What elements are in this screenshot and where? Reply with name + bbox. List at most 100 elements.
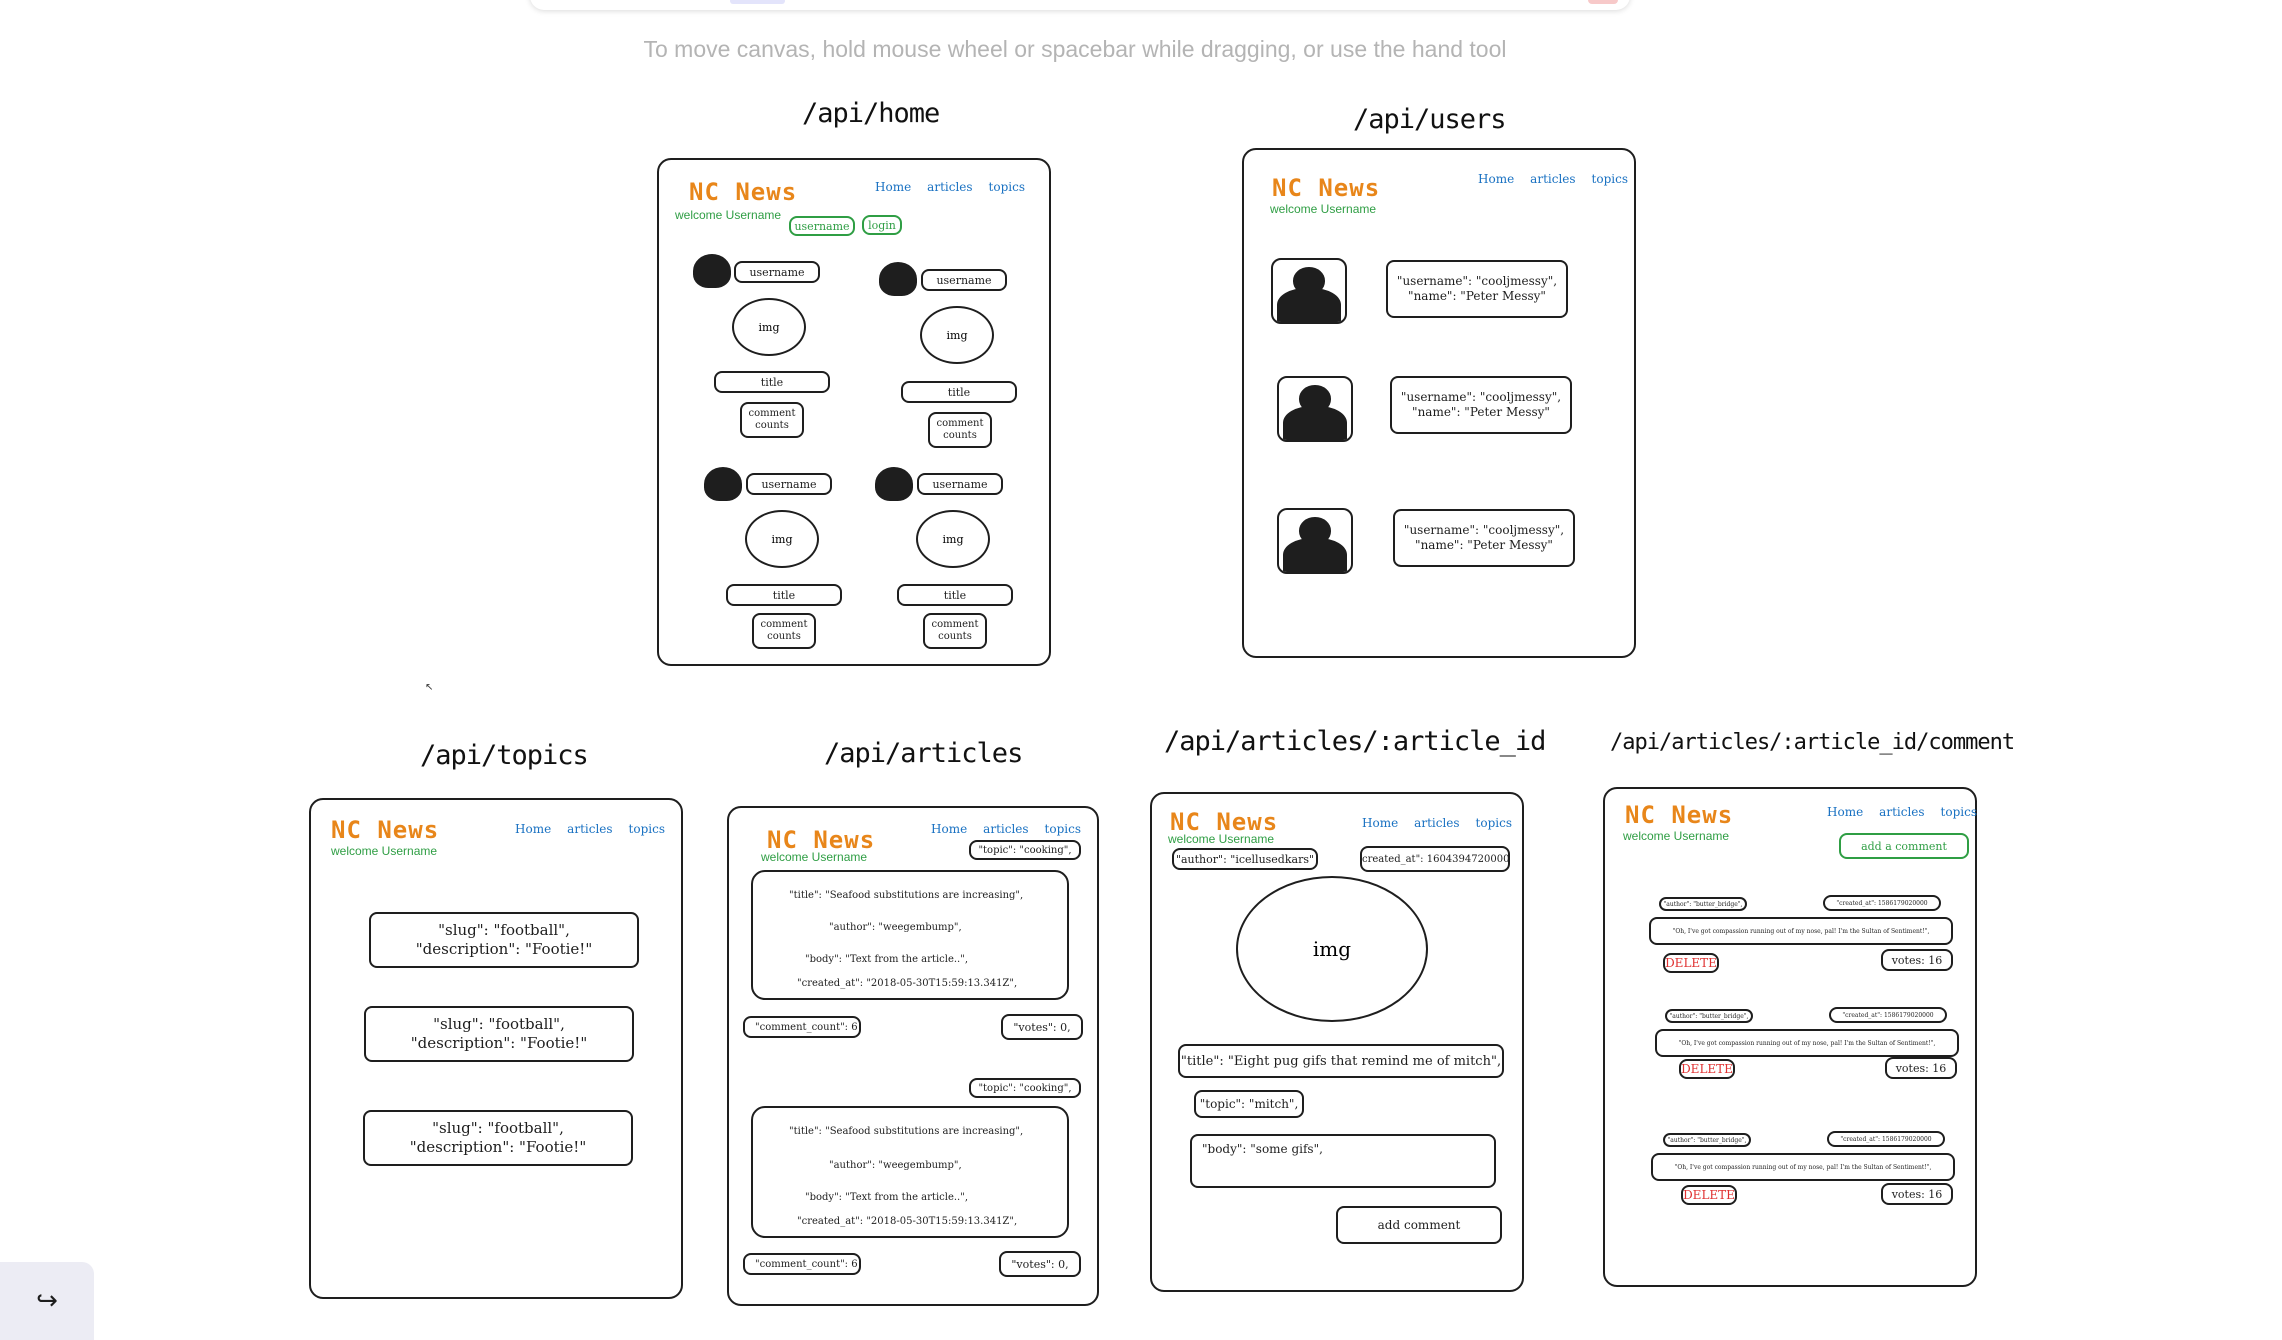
card-comment-counts: comment counts xyxy=(928,412,992,448)
card-username: username xyxy=(746,473,832,495)
user-info-card[interactable]: "username": "cooljmessy", "name": "Peter… xyxy=(1386,260,1568,318)
user-username: "username": "cooljmessy", xyxy=(1396,274,1558,288)
welcome-text: welcome Username xyxy=(1270,202,1377,216)
nav-topics[interactable]: topics xyxy=(1941,805,1977,819)
article-author: "author": "weegembump", xyxy=(829,922,962,933)
topic-card[interactable]: "slug": "football", "description": "Foot… xyxy=(364,1006,634,1062)
card-title[interactable]: title xyxy=(714,371,830,393)
user-name: "name": "Peter Messy" xyxy=(1408,289,1546,303)
article-comment-count: "comment_count": 6 xyxy=(743,1253,861,1275)
nav-home[interactable]: Home xyxy=(1827,805,1863,819)
nav-home[interactable]: Home xyxy=(1362,816,1398,830)
toolbar-library-button[interactable] xyxy=(1588,0,1618,4)
user-info-card[interactable]: "username": "cooljmessy", "name": "Peter… xyxy=(1390,376,1572,434)
nav-home[interactable]: Home xyxy=(931,822,967,836)
card-username: username xyxy=(734,261,820,283)
comment-votes[interactable]: votes: 16 xyxy=(1881,1183,1953,1205)
article-body: "body": "Text from the article..", xyxy=(805,954,968,965)
card-title[interactable]: title xyxy=(897,584,1013,606)
avatar xyxy=(879,262,917,296)
comment-votes[interactable]: votes: 16 xyxy=(1881,949,1953,971)
article-author: "author": "weegembump", xyxy=(829,1160,962,1171)
welcome-text: welcome Username xyxy=(675,208,782,222)
card-title[interactable]: title xyxy=(726,584,842,606)
nav-articles[interactable]: articles xyxy=(1414,816,1459,830)
logo: NC News xyxy=(1625,801,1734,829)
delete-comment-button[interactable]: DELETE xyxy=(1663,953,1719,973)
article-votes[interactable]: "votes": 0, xyxy=(1001,1014,1083,1040)
wireframe-home[interactable]: NC News welcome Username Home articles t… xyxy=(657,158,1051,666)
card-img: img xyxy=(745,510,819,568)
article-card[interactable]: "title": "Seafood substitutions are incr… xyxy=(751,870,1069,1000)
user-name: "name": "Peter Messy" xyxy=(1415,538,1553,552)
nav-home[interactable]: Home xyxy=(515,822,551,836)
frame-title-comments: /api/articles/:article_id/comment xyxy=(1610,730,2015,755)
card-img: img xyxy=(920,306,994,364)
user-username: "username": "cooljmessy", xyxy=(1400,390,1562,404)
share-arrow-icon[interactable]: ↪ xyxy=(0,1262,94,1340)
user-info-card[interactable]: "username": "cooljmessy", "name": "Peter… xyxy=(1393,509,1575,567)
comment-body: "Oh, I've got compassion running out of … xyxy=(1655,1029,1959,1057)
add-comment-button[interactable]: add a comment xyxy=(1839,833,1969,859)
delete-comment-button[interactable]: DELETE xyxy=(1681,1185,1737,1205)
username-input[interactable]: username xyxy=(789,216,855,236)
frame-title-home: /api/home xyxy=(802,98,940,129)
frame-title-topics: /api/topics xyxy=(420,740,589,771)
article-comment-count: "comment_count": 6 xyxy=(743,1016,861,1038)
wireframe-topics[interactable]: NC News welcome Username Home articles t… xyxy=(309,798,683,1299)
nav-articles[interactable]: articles xyxy=(983,822,1028,836)
nav-articles[interactable]: articles xyxy=(1879,805,1924,819)
topic-description: "description": "Footie!" xyxy=(415,940,593,958)
nav-bar: Home articles topics xyxy=(515,822,665,836)
canvas-hint: To move canvas, hold mouse wheel or spac… xyxy=(643,36,1507,62)
nav-topics[interactable]: topics xyxy=(629,822,665,836)
nav-home[interactable]: Home xyxy=(1478,172,1514,186)
cursor-icon: ↖ xyxy=(425,682,434,693)
toolbar-selected-tool[interactable] xyxy=(730,0,785,4)
wireframe-comments[interactable]: NC News welcome Username Home articles t… xyxy=(1603,787,1977,1287)
avatar xyxy=(704,467,742,501)
nav-home[interactable]: Home xyxy=(875,180,911,194)
avatar xyxy=(875,467,913,501)
frame-title-users: /api/users xyxy=(1353,104,1507,135)
topic-description: "description": "Footie!" xyxy=(410,1034,588,1052)
user-avatar xyxy=(1277,508,1353,574)
nav-articles[interactable]: articles xyxy=(567,822,612,836)
comment-created-at: "created_at": 1586179020000 xyxy=(1823,895,1941,911)
avatar xyxy=(693,254,731,288)
logo: NC News xyxy=(1272,174,1381,202)
nav-topics[interactable]: topics xyxy=(1592,172,1628,186)
article-topic: "topic": "mitch", xyxy=(1194,1090,1304,1118)
add-comment-button[interactable]: add comment xyxy=(1336,1206,1502,1244)
nav-topics[interactable]: topics xyxy=(1476,816,1512,830)
topic-slug: "slug": "football", xyxy=(438,921,570,940)
card-title[interactable]: title xyxy=(901,381,1017,403)
user-username: "username": "cooljmessy", xyxy=(1403,523,1565,537)
topic-slug: "slug": "football", xyxy=(432,1119,564,1138)
topic-card[interactable]: "slug": "football", "description": "Foot… xyxy=(363,1110,633,1166)
frame-title-articles: /api/articles xyxy=(824,738,1023,769)
login-button[interactable]: login xyxy=(862,215,902,235)
comment-author: "author": "butter_bridge", xyxy=(1659,897,1747,911)
delete-comment-button[interactable]: DELETE xyxy=(1679,1059,1735,1079)
comment-created-at: "created_at": 1586179020000 xyxy=(1827,1131,1945,1147)
top-toolbar xyxy=(530,0,1630,10)
wireframe-users[interactable]: NC News welcome Username Home articles t… xyxy=(1242,148,1636,658)
nav-articles[interactable]: articles xyxy=(927,180,972,194)
article-created-at: "created_at": "2018-05-30T15:59:13.341Z"… xyxy=(797,1216,1018,1227)
article-card[interactable]: "title": "Seafood substitutions are incr… xyxy=(751,1106,1069,1238)
comment-body-input[interactable]: "body": "some gifs", xyxy=(1190,1134,1496,1188)
welcome-text: welcome Username xyxy=(1623,829,1730,843)
nav-articles[interactable]: articles xyxy=(1530,172,1575,186)
article-votes[interactable]: "votes": 0, xyxy=(999,1251,1081,1277)
topic-card[interactable]: "slug": "football", "description": "Foot… xyxy=(369,912,639,968)
comment-votes[interactable]: votes: 16 xyxy=(1885,1057,1957,1079)
nav-topics[interactable]: topics xyxy=(1045,822,1081,836)
nav-topics[interactable]: topics xyxy=(989,180,1025,194)
wireframe-articles[interactable]: NC News welcome Username Home articles t… xyxy=(727,806,1099,1306)
comment-body: "Oh, I've got compassion running out of … xyxy=(1651,1153,1955,1181)
topic-description: "description": "Footie!" xyxy=(409,1138,587,1156)
card-comment-counts: comment counts xyxy=(752,613,816,649)
wireframe-article[interactable]: NC News welcome Username Home articles t… xyxy=(1150,792,1524,1292)
logo: NC News xyxy=(689,178,798,206)
